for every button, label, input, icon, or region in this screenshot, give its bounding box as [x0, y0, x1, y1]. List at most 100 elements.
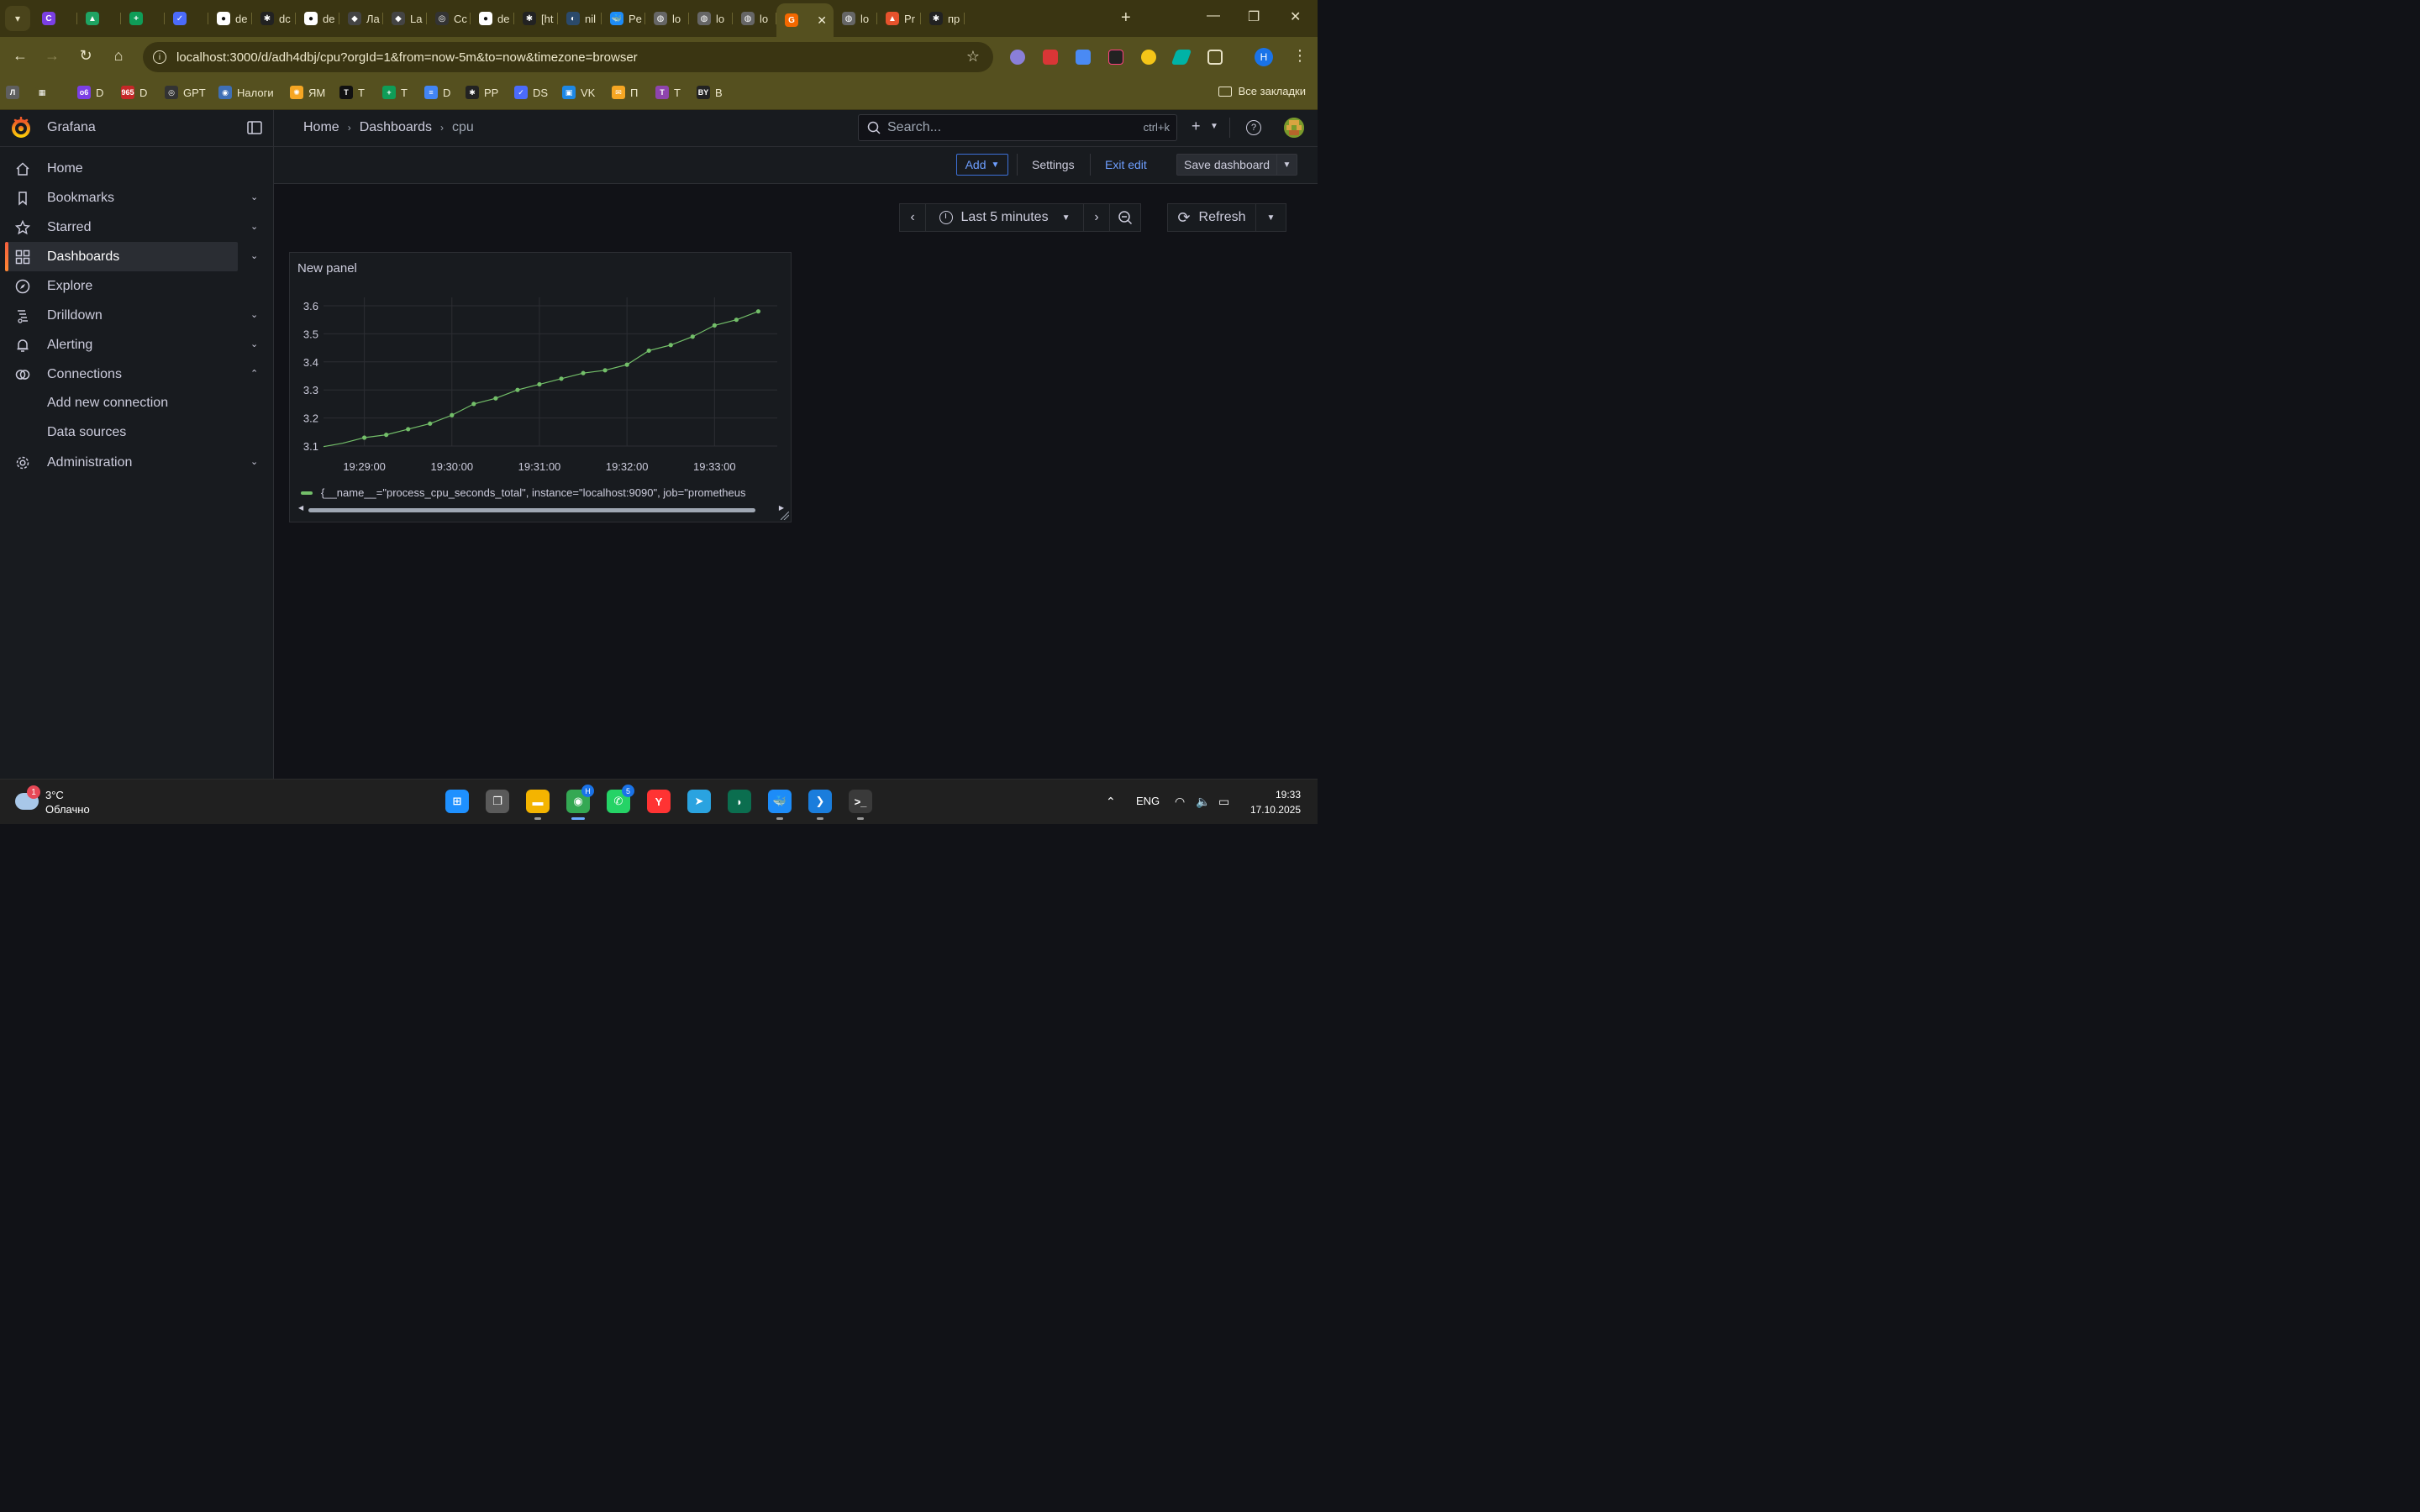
bookmark-item[interactable]: ▦: [35, 84, 49, 101]
bookmark-item[interactable]: ✺ ЯМ: [290, 84, 325, 101]
bookmark-item[interactable]: BY В: [697, 84, 723, 101]
exit-edit-button[interactable]: Exit edit: [1105, 158, 1147, 171]
chevron-up-icon[interactable]: ⌃: [250, 368, 258, 379]
taskbar-start-icon[interactable]: ⊞: [445, 790, 469, 813]
taskbar-vscode-icon[interactable]: ❯: [808, 790, 832, 813]
extension-ghost-icon[interactable]: [1010, 50, 1025, 65]
taskbar-yandex-icon[interactable]: Y: [647, 790, 671, 813]
browser-tab[interactable]: ● de: [208, 5, 252, 32]
bookmark-item[interactable]: ✉ П: [612, 84, 638, 101]
time-shift-back-button[interactable]: ‹: [899, 203, 926, 232]
browser-tab[interactable]: ✱ dc: [252, 5, 296, 32]
taskbar-terminal-icon[interactable]: >_: [849, 790, 872, 813]
browser-tab[interactable]: ✱ пр: [921, 5, 965, 32]
browser-tab[interactable]: G ✕: [776, 3, 834, 37]
sidebar-item[interactable]: Drilldown: [5, 301, 238, 330]
sidebar-subitem[interactable]: Data sources: [47, 425, 126, 440]
bookmark-star-icon[interactable]: ☆: [966, 48, 980, 66]
chevron-down-icon[interactable]: ⌄: [250, 221, 258, 232]
zoom-out-button[interactable]: [1109, 203, 1141, 232]
resize-handle-icon[interactable]: [781, 512, 789, 520]
extension-wave-icon[interactable]: [1171, 50, 1192, 65]
bookmark-item[interactable]: ТТ: [339, 84, 365, 101]
back-button[interactable]: ←: [10, 47, 30, 65]
sidebar-item[interactable]: Starred: [5, 213, 238, 242]
scroll-left-icon[interactable]: ◀: [298, 504, 303, 512]
browser-tab[interactable]: ◍ lo: [733, 5, 776, 32]
bookmark-item[interactable]: ◎ GPT: [165, 84, 206, 101]
chevron-down-icon[interactable]: ⌄: [250, 250, 258, 261]
taskbar-telegram-icon[interactable]: ➤: [687, 790, 711, 813]
bookmark-item[interactable]: ✱ РР: [466, 84, 498, 101]
extension-mx-icon[interactable]: [1108, 50, 1123, 65]
restore-button[interactable]: ❐: [1248, 8, 1260, 25]
tab-close-icon[interactable]: ✕: [817, 13, 827, 28]
browser-tab[interactable]: C: [34, 5, 77, 32]
bookmark-item[interactable]: ✓ DS: [514, 84, 548, 101]
wifi-icon[interactable]: ◠: [1175, 795, 1185, 809]
chevron-down-icon[interactable]: ⌄: [250, 309, 258, 320]
address-bar[interactable]: i localhost:3000/d/adh4dbj/cpu?orgId=1&f…: [143, 42, 993, 72]
profile-avatar[interactable]: Н: [1255, 48, 1273, 66]
breadcrumb-dashboards[interactable]: Dashboards: [360, 120, 432, 135]
add-button[interactable]: Add ▼: [956, 154, 1008, 176]
time-shift-forward-button[interactable]: ›: [1083, 203, 1110, 232]
legend-scrollbar[interactable]: ◀ ▶: [298, 504, 786, 514]
browser-tab[interactable]: ✓: [165, 5, 208, 32]
browser-tab[interactable]: ● de: [296, 5, 339, 32]
sidebar-item[interactable]: Bookmarks: [5, 183, 238, 213]
chevron-down-icon[interactable]: ⌄: [250, 192, 258, 202]
user-avatar[interactable]: [1284, 118, 1304, 138]
taskbar-docker-icon[interactable]: 🐳: [768, 790, 792, 813]
bookmark-item[interactable]: ▣ VK: [562, 84, 595, 101]
language-indicator[interactable]: ENG: [1136, 795, 1160, 807]
chevron-down-icon[interactable]: ⌄: [250, 456, 258, 467]
browser-tab[interactable]: ◍ lo: [645, 5, 689, 32]
bookmark-item[interactable]: 965 D: [121, 84, 147, 101]
search-input[interactable]: Search... ctrl+k: [858, 114, 1177, 141]
home-button[interactable]: ⌂: [108, 47, 129, 65]
browser-tab[interactable]: ◆ La: [383, 5, 427, 32]
taskbar-app-icon[interactable]: ◗: [728, 790, 751, 813]
breadcrumb-home[interactable]: Home: [303, 120, 339, 135]
browser-menu-icon[interactable]: ⋮: [1292, 47, 1307, 65]
browser-tab[interactable]: ▲: [77, 5, 121, 32]
minimize-button[interactable]: —: [1207, 8, 1220, 24]
time-range-picker[interactable]: Last 5 minutes ▼: [925, 203, 1084, 232]
system-clock[interactable]: 19:33 17.10.2025: [1250, 787, 1301, 817]
settings-button[interactable]: Settings: [1032, 158, 1075, 171]
timeseries-panel[interactable]: New panel 3.1 3.2 3.3 3.4 3.5 3.6 19:29:00 19:3…: [289, 252, 792, 522]
browser-tab[interactable]: ◍ lo: [689, 5, 733, 32]
browser-tab[interactable]: 🐳 Pe: [602, 5, 645, 32]
bookmark-item[interactable]: Л: [6, 84, 19, 101]
sidebar-item[interactable]: Dashboards: [5, 242, 238, 271]
help-icon[interactable]: ?: [1246, 120, 1261, 135]
scroll-right-icon[interactable]: ▶: [779, 504, 784, 512]
battery-icon[interactable]: ▭: [1218, 795, 1229, 809]
save-options-button[interactable]: ▼: [1277, 154, 1297, 176]
extensions-puzzle-icon[interactable]: [1207, 50, 1223, 65]
volume-icon[interactable]: 🔈: [1196, 795, 1210, 809]
sidebar-item[interactable]: Explore: [5, 271, 238, 301]
bookmark-item[interactable]: о6 D: [77, 84, 103, 101]
bookmark-item[interactable]: ТТ: [655, 84, 681, 101]
new-tab-button[interactable]: +: [1121, 8, 1131, 28]
new-menu-button[interactable]: +: [1192, 118, 1201, 135]
extension-translate-icon[interactable]: [1076, 50, 1091, 65]
bookmark-item[interactable]: ◉ Налоги: [218, 84, 274, 101]
site-info-icon[interactable]: i: [153, 50, 166, 64]
grafana-logo-icon[interactable]: [10, 117, 32, 139]
extension-lock-icon[interactable]: [1043, 50, 1058, 65]
bookmark-item[interactable]: ≡ D: [424, 84, 450, 101]
extension-circle-icon[interactable]: [1141, 50, 1156, 65]
panel-legend[interactable]: {__name__="process_cpu_seconds_total", i…: [301, 486, 784, 499]
tab-search-button[interactable]: ▾: [5, 6, 30, 31]
browser-tab[interactable]: ✱ [ht: [514, 5, 558, 32]
chevron-down-icon[interactable]: ⌄: [250, 339, 258, 349]
close-window-button[interactable]: ✕: [1290, 8, 1301, 25]
browser-tab[interactable]: ◍ lo: [834, 5, 877, 32]
browser-tab[interactable]: ◐ nil: [558, 5, 602, 32]
sidebar-item[interactable]: Home: [5, 154, 238, 183]
sidebar-item[interactable]: Administration: [5, 448, 238, 477]
browser-tab[interactable]: ▲ Pr: [877, 5, 921, 32]
